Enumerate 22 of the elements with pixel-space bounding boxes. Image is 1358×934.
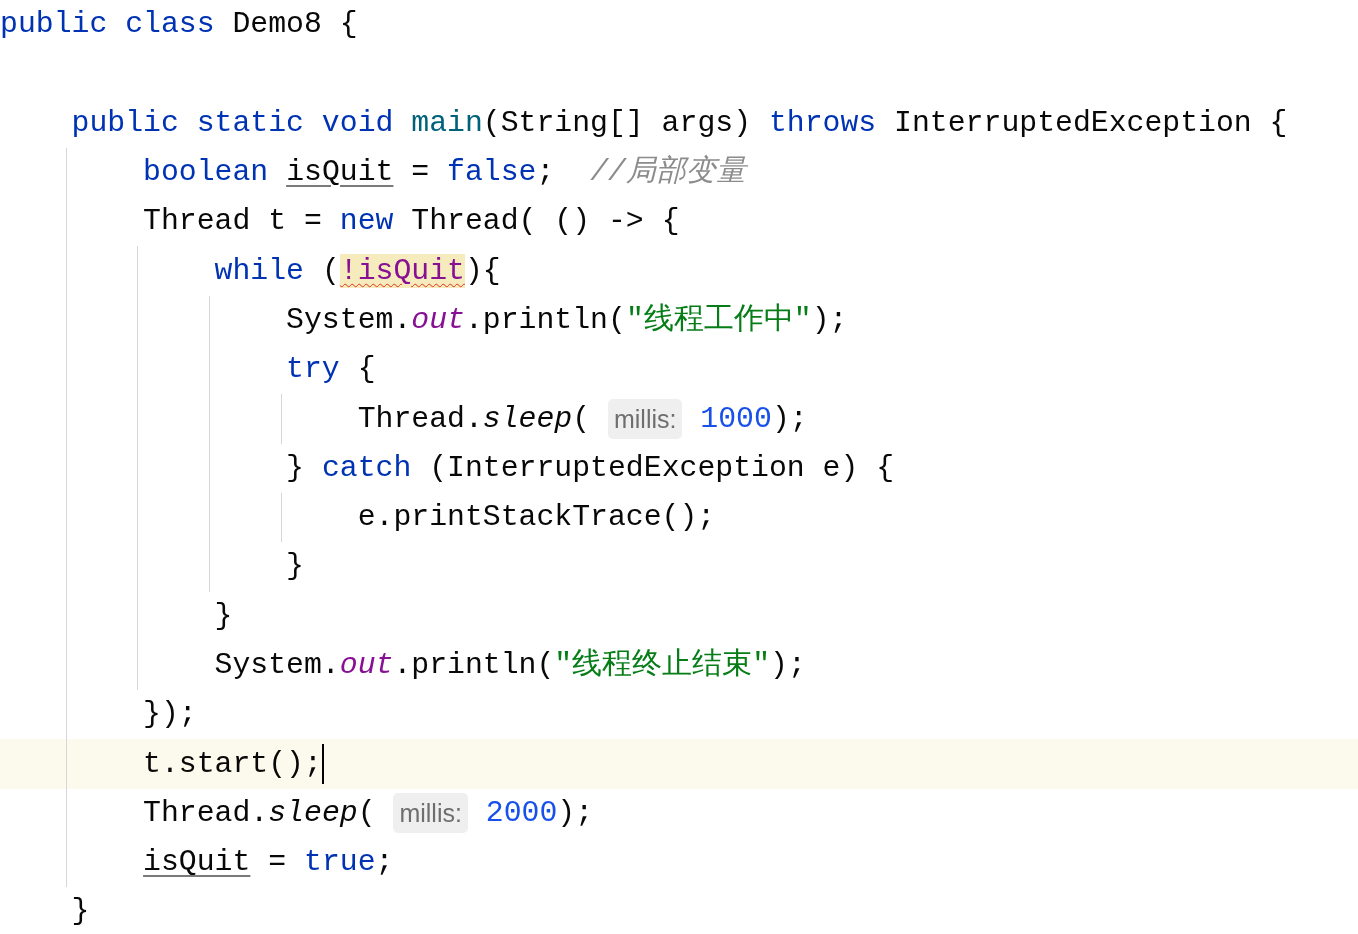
- code-text: e.printStackTrace();: [357, 499, 716, 537]
- code-text: while (!isQuit){: [214, 252, 501, 290]
- code-text: boolean isQuit = false; //局部变量: [143, 154, 746, 192]
- code-text: 2000);: [484, 794, 594, 832]
- code-text: }: [214, 597, 233, 635]
- code-text: });: [143, 696, 197, 734]
- code-text: System.out.println("线程工作中");: [286, 301, 848, 339]
- code-text: System.out.println("线程终止结束");: [214, 647, 806, 684]
- code-text: } catch (InterruptedException e) {: [286, 449, 895, 487]
- code-text: }: [71, 893, 90, 931]
- code-text: 1000);: [699, 400, 808, 438]
- code-text: public class Demo8 {: [0, 6, 358, 44]
- code-text: t.start();: [143, 745, 322, 783]
- parameter-hint: millis:: [393, 793, 468, 834]
- code-text: isQuit = true;: [143, 844, 394, 882]
- code-text: Thread.sleep(: [143, 794, 377, 832]
- code-text: }: [286, 548, 304, 586]
- code-text: public static void main(String[] args) throws InterruptedException {: [71, 104, 1288, 142]
- parameter-hint: millis:: [607, 399, 683, 439]
- code-text: Thread t = new Thread( () -> {: [143, 203, 680, 241]
- code-text: Thread.sleep(: [357, 400, 592, 438]
- code-text: try {: [286, 351, 376, 389]
